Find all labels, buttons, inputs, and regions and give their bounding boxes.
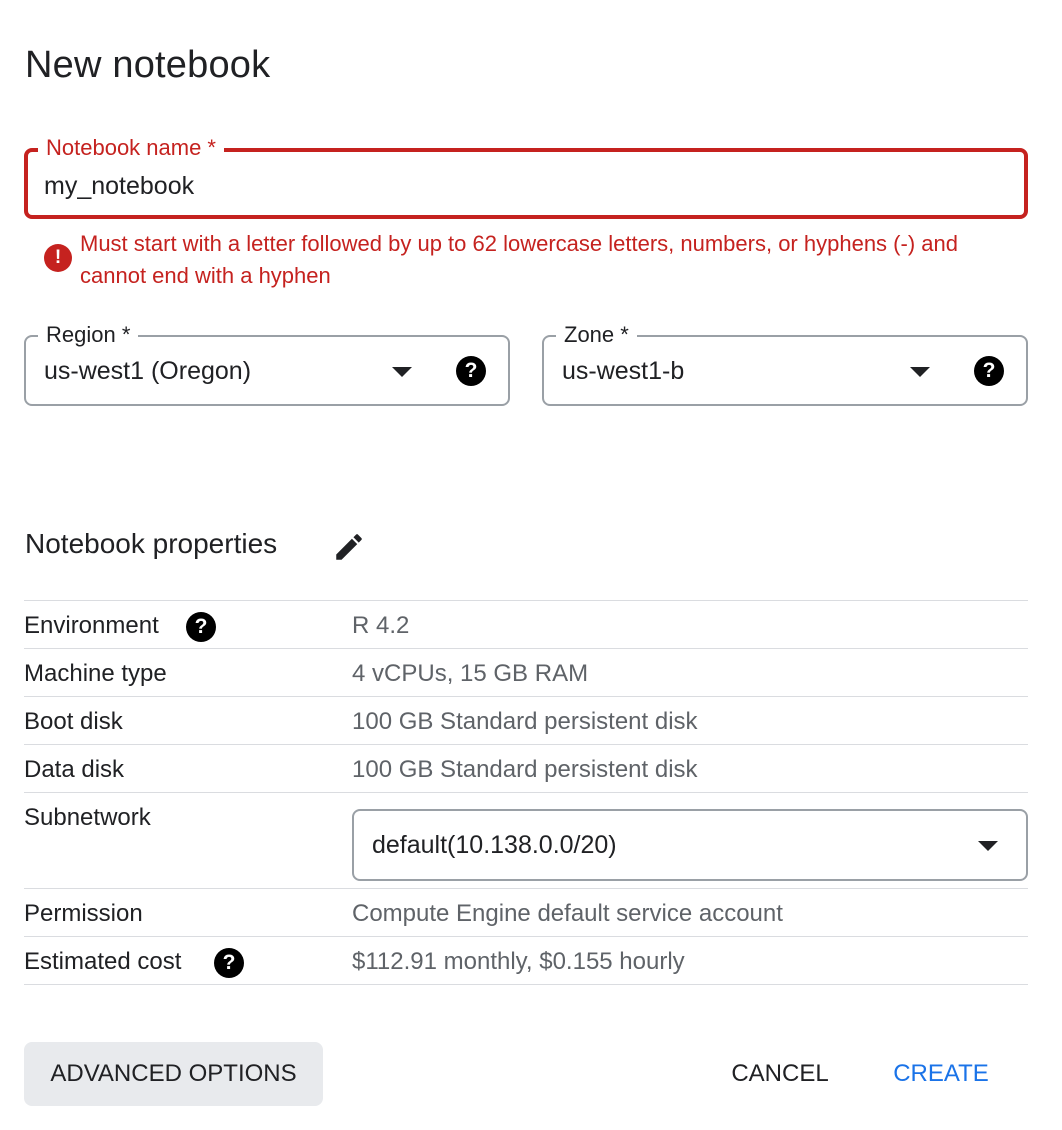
property-label: Estimated cost <box>24 948 182 975</box>
property-row-permission: Permission Compute Engine default servic… <box>24 889 1028 937</box>
property-row-machine-type: Machine type 4 vCPUs, 15 GB RAM <box>24 649 1028 697</box>
dialog-title: New notebook <box>25 44 271 86</box>
property-value: $112.91 monthly, $0.155 hourly <box>352 948 685 975</box>
zone-label: Zone * <box>556 320 637 350</box>
notebook-name-error: ! Must start with a letter followed by u… <box>44 228 1024 292</box>
property-label: Machine type <box>24 660 167 687</box>
property-row-subnetwork: Subnetwork default(10.138.0.0/20) <box>24 793 1028 889</box>
zone-select[interactable]: Zone * us-west1-b ? <box>542 320 1028 406</box>
property-value: Compute Engine default service account <box>352 900 783 927</box>
property-value: 4 vCPUs, 15 GB RAM <box>352 660 589 687</box>
region-value: us-west1 (Oregon) <box>44 357 252 385</box>
region-label: Region * <box>38 320 139 350</box>
edit-pencil-icon[interactable] <box>332 530 366 564</box>
chevron-down-icon <box>392 367 412 377</box>
property-value: R 4.2 <box>352 612 410 639</box>
region-select[interactable]: Region * us-west1 (Oregon) ? <box>24 320 510 406</box>
chevron-down-icon <box>978 841 998 851</box>
help-icon[interactable]: ? <box>974 356 1004 386</box>
property-row-boot-disk: Boot disk 100 GB Standard persistent dis… <box>24 697 1028 745</box>
properties-table: Environment ? R 4.2 Machine type 4 vCPUs… <box>24 600 1028 985</box>
property-value: 100 GB Standard persistent disk <box>352 756 698 783</box>
property-row-estimated-cost: Estimated cost ? $112.91 monthly, $0.155… <box>24 937 1028 985</box>
error-text: Must start with a letter followed by up … <box>80 231 958 288</box>
help-icon[interactable]: ? <box>186 612 216 642</box>
property-value: 100 GB Standard persistent disk <box>352 708 698 735</box>
subnetwork-select[interactable]: default(10.138.0.0/20) <box>352 809 1028 881</box>
property-row-data-disk: Data disk 100 GB Standard persistent dis… <box>24 745 1028 793</box>
chevron-down-icon <box>910 367 930 377</box>
property-label: Environment <box>24 612 159 639</box>
advanced-options-button[interactable]: ADVANCED OPTIONS <box>24 1042 323 1106</box>
property-row-environment: Environment ? R 4.2 <box>24 601 1028 649</box>
property-label: Boot disk <box>24 708 123 735</box>
error-icon: ! <box>44 244 72 272</box>
create-button[interactable]: CREATE <box>876 1042 1006 1106</box>
help-icon[interactable]: ? <box>214 948 244 978</box>
cancel-button[interactable]: CANCEL <box>716 1042 844 1106</box>
property-label: Permission <box>24 900 143 927</box>
subnetwork-value: default(10.138.0.0/20) <box>372 831 617 859</box>
property-label: Subnetwork <box>24 804 151 831</box>
notebook-name-label: Notebook name * <box>38 133 224 163</box>
zone-value: us-west1-b <box>562 357 685 385</box>
notebook-name-input[interactable]: my_notebook <box>44 172 194 201</box>
properties-title: Notebook properties <box>25 528 278 559</box>
property-label: Data disk <box>24 756 125 783</box>
notebook-name-field[interactable]: Notebook name * my_notebook <box>24 133 1028 219</box>
help-icon[interactable]: ? <box>456 356 486 386</box>
